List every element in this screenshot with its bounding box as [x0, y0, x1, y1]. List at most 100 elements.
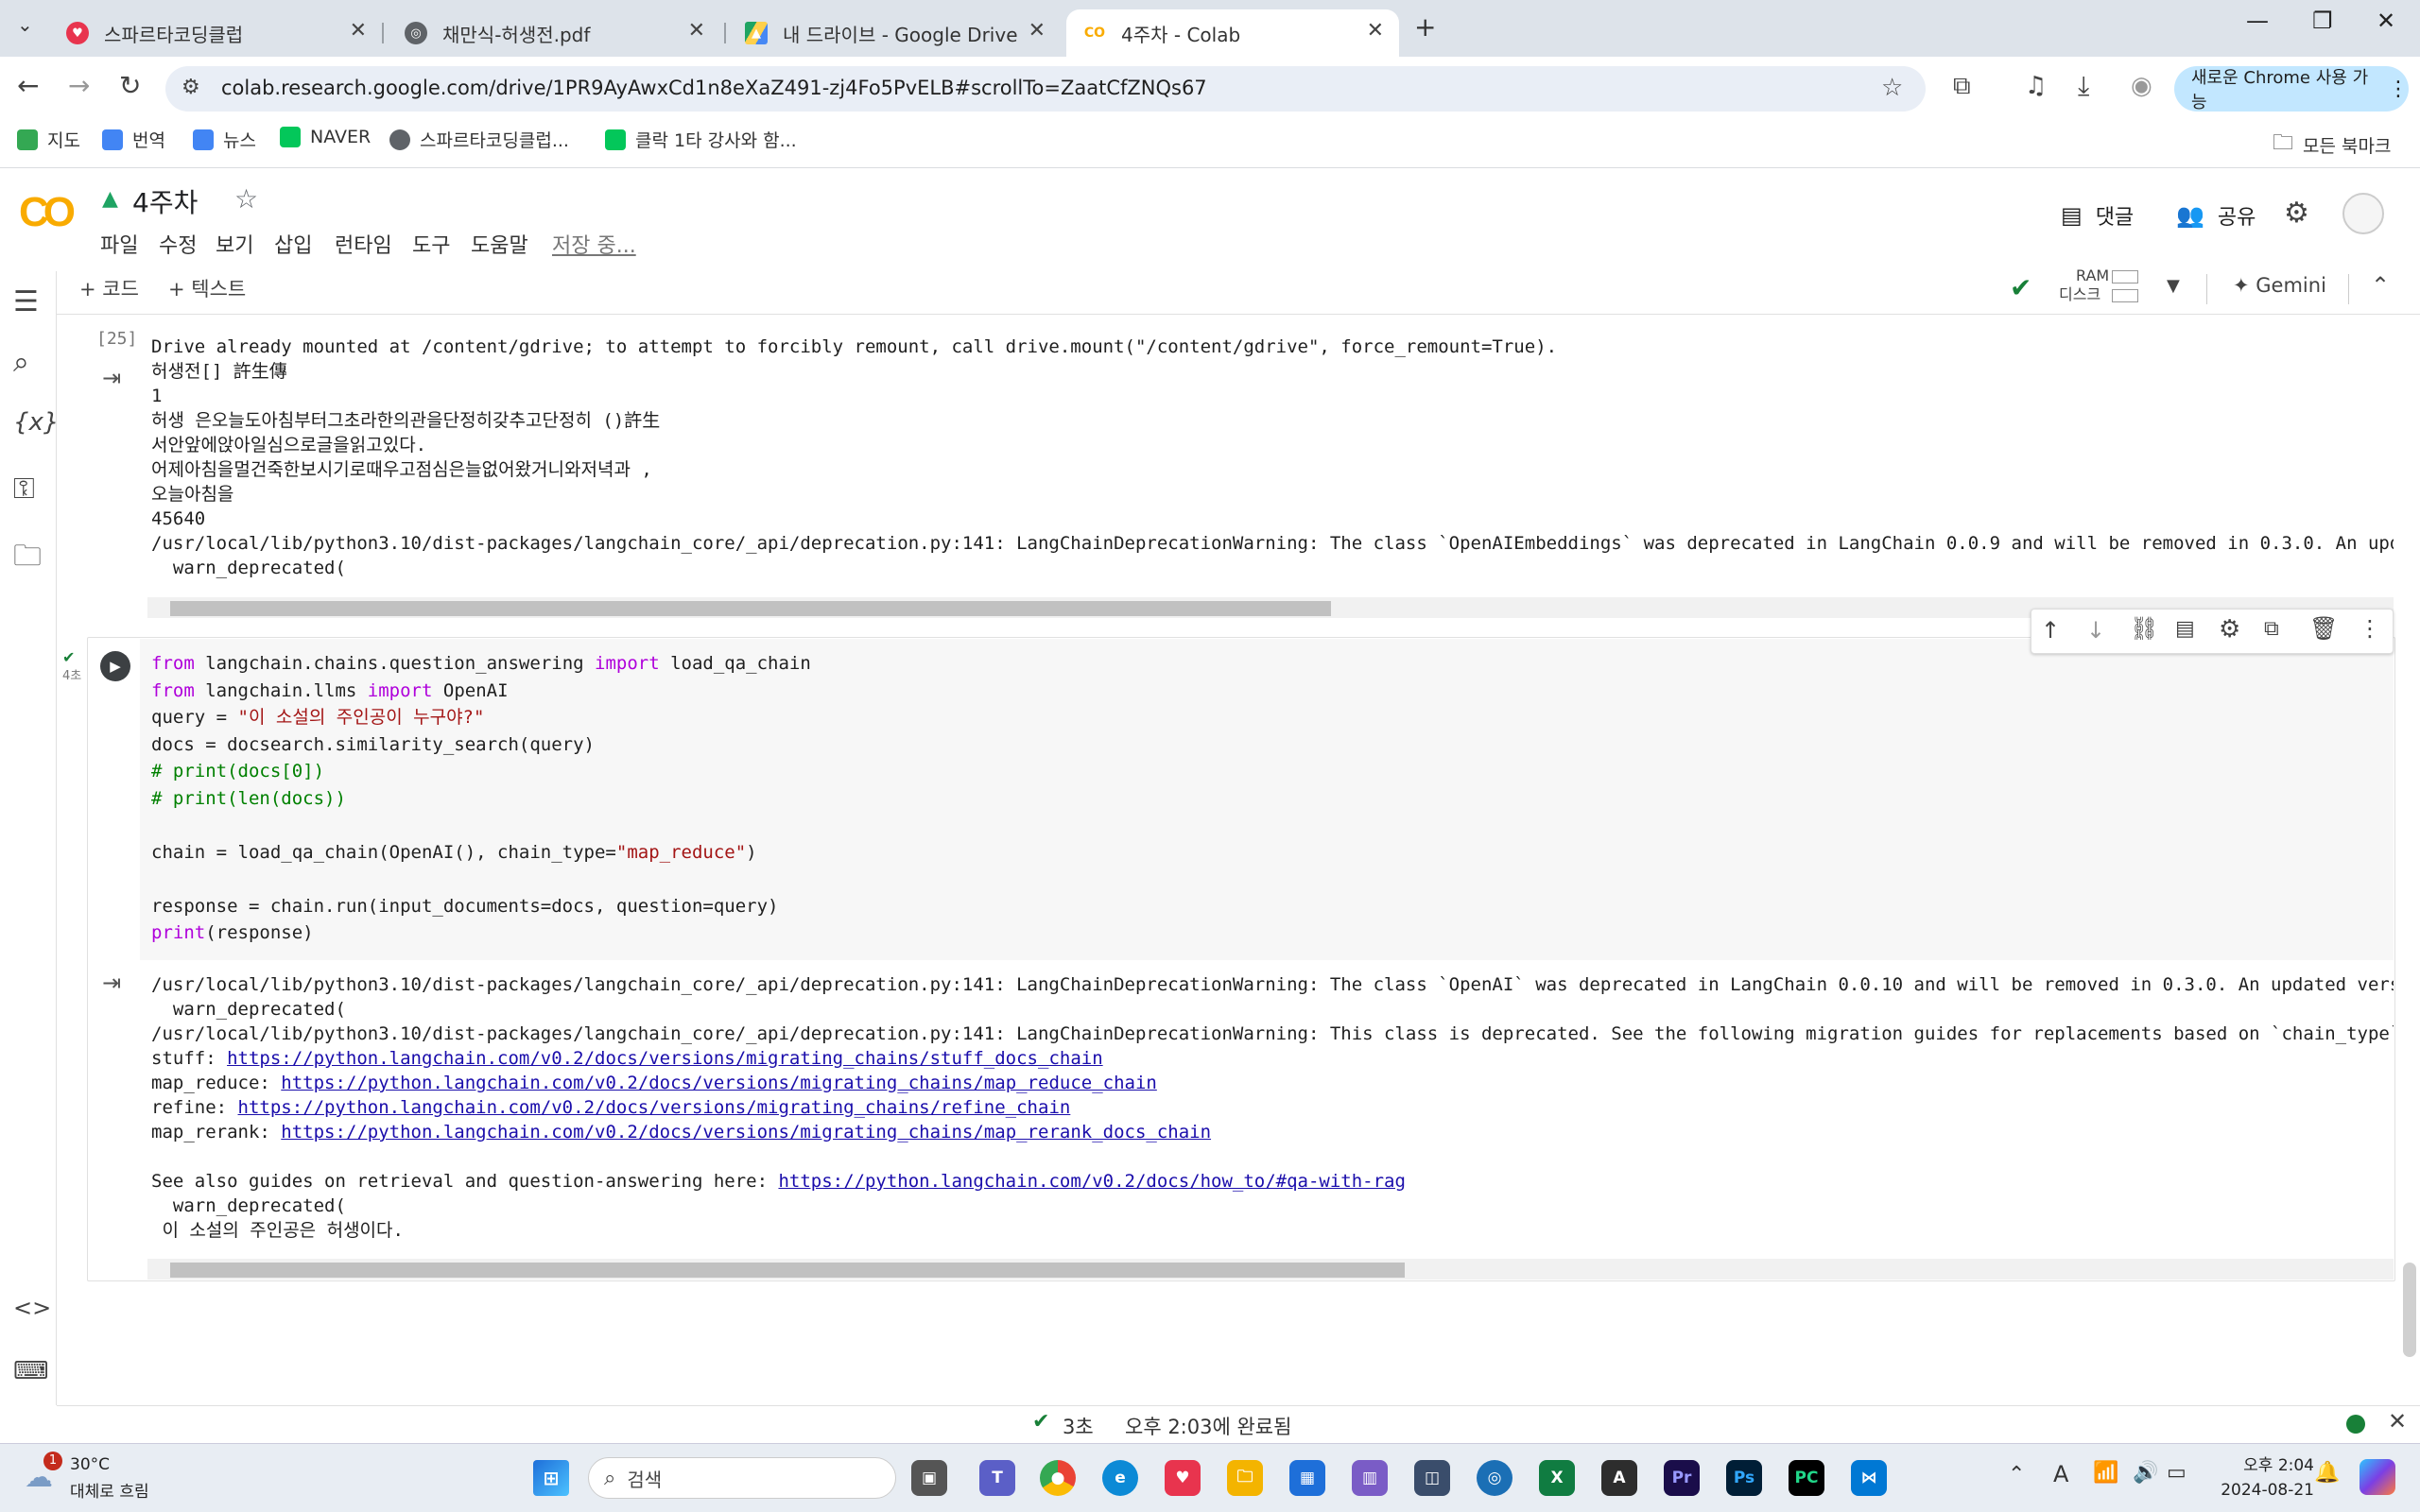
- all-bookmarks[interactable]: 🗀 모든 북마크: [2273, 127, 2391, 163]
- site-info-icon[interactable]: ⚙: [182, 76, 200, 99]
- menu-edit[interactable]: 수정: [159, 229, 197, 259]
- bookmark-item[interactable]: 뉴스: [193, 127, 256, 152]
- output-link[interactable]: https://python.langchain.com/v0.2/docs/v…: [281, 1122, 1211, 1143]
- settings-icon[interactable]: ⚙: [2284, 197, 2309, 230]
- output-link[interactable]: https://python.langchain.com/v0.2/docs/h…: [778, 1171, 1405, 1192]
- notification-bell-icon[interactable]: 🔔: [2314, 1461, 2340, 1485]
- close-tab-icon[interactable]: ✕: [350, 19, 367, 43]
- more-options-icon[interactable]: ⋮: [2359, 615, 2381, 642]
- browser-tab[interactable]: ♥ 스파르타코딩클럽 ✕: [49, 9, 382, 57]
- chrome-icon[interactable]: ●: [1040, 1460, 1076, 1496]
- scrollbar-thumb[interactable]: [170, 1263, 1405, 1278]
- close-tab-icon[interactable]: ✕: [688, 19, 705, 43]
- variables-icon[interactable]: {x}: [13, 408, 59, 437]
- close-tab-icon[interactable]: ✕: [1367, 19, 1384, 43]
- share-button[interactable]: 👥 공유: [2176, 200, 2256, 231]
- clock[interactable]: 오후 2:04 2024-08-21: [2210, 1453, 2314, 1503]
- weather-widget[interactable]: ☁ 1 30°C 대체로 흐림: [25, 1452, 176, 1504]
- add-code-button[interactable]: + 코드: [79, 274, 139, 302]
- teams-icon[interactable]: T: [979, 1460, 1015, 1496]
- cell-2-code[interactable]: from langchain.chains.question_answering…: [151, 650, 811, 947]
- menu-file[interactable]: 파일: [100, 229, 138, 259]
- menu-runtime[interactable]: 런타임: [335, 229, 392, 259]
- windows-start-icon[interactable]: ⊞: [533, 1460, 569, 1496]
- cell-2-horizontal-scrollbar[interactable]: [147, 1259, 2394, 1280]
- resources-dropdown-icon[interactable]: ▼: [2167, 276, 2180, 296]
- ime-icon[interactable]: A: [2053, 1461, 2068, 1487]
- gemini-button[interactable]: ✦ Gemini: [2233, 274, 2326, 297]
- restore-icon[interactable]: ❐: [2312, 8, 2333, 34]
- output-link[interactable]: https://python.langchain.com/v0.2/docs/v…: [227, 1048, 1103, 1069]
- taskbar-search-box[interactable]: ⌕ 검색: [588, 1457, 896, 1499]
- forward-icon[interactable]: →: [68, 70, 90, 101]
- bookmark-item[interactable]: 번역: [102, 127, 165, 152]
- menu-help[interactable]: 도움말: [471, 229, 528, 259]
- tab-search-icon[interactable]: ⌄: [17, 13, 33, 36]
- run-cell-button[interactable]: ▶: [100, 651, 130, 681]
- excel-icon[interactable]: X: [1539, 1460, 1575, 1496]
- url-text[interactable]: colab.research.google.com/drive/1PR9AyAw…: [221, 77, 1207, 99]
- bookmark-star-icon[interactable]: ☆: [1881, 74, 1903, 102]
- acrobat-icon[interactable]: A: [1601, 1460, 1637, 1496]
- app-icon[interactable]: ♥: [1165, 1460, 1201, 1496]
- add-text-button[interactable]: + 텍스트: [168, 274, 246, 302]
- reload-icon[interactable]: ↻: [119, 70, 141, 101]
- output-toggle-icon[interactable]: ⇥: [102, 365, 121, 391]
- profile-icon[interactable]: ◉: [2131, 72, 2152, 100]
- star-icon[interactable]: ☆: [234, 183, 258, 215]
- toc-icon[interactable]: ☰: [13, 285, 39, 318]
- browser-tab[interactable]: ▲ 내 드라이브 - Google Drive ✕: [728, 9, 1061, 57]
- collapse-header-icon[interactable]: ⌃: [2371, 272, 2390, 299]
- pycharm-icon[interactable]: PC: [1789, 1460, 1824, 1496]
- download-icon[interactable]: ⤓: [2078, 70, 2089, 102]
- task-view-icon[interactable]: ▣: [911, 1460, 947, 1496]
- comment-icon[interactable]: ▤: [2175, 617, 2195, 641]
- file-explorer-icon[interactable]: 🗀: [1227, 1460, 1263, 1496]
- notepad-icon[interactable]: ▥: [1352, 1460, 1388, 1496]
- comments-button[interactable]: ▤ 댓글: [2061, 200, 2134, 231]
- output-link[interactable]: https://python.langchain.com/v0.2/docs/v…: [281, 1073, 1157, 1093]
- browser-tab-active[interactable]: CO 4주차 - Colab ✕: [1066, 9, 1399, 57]
- photoshop-icon[interactable]: Ps: [1726, 1460, 1762, 1496]
- code-snippets-icon[interactable]: <>: [13, 1295, 51, 1321]
- cell-settings-icon[interactable]: ⚙: [2219, 615, 2240, 644]
- vscode-icon[interactable]: ⋈: [1851, 1460, 1887, 1496]
- wifi-icon[interactable]: 📶: [2093, 1461, 2118, 1485]
- bookmark-item[interactable]: 지도: [17, 127, 80, 152]
- secrets-key-icon[interactable]: ⚿: [13, 472, 35, 506]
- copilot-icon[interactable]: [2360, 1459, 2395, 1495]
- store-icon[interactable]: ▦: [1289, 1460, 1325, 1496]
- open-in-tab-icon[interactable]: ⧉: [2264, 617, 2279, 641]
- app-icon[interactable]: ◎: [1477, 1460, 1512, 1496]
- move-up-icon[interactable]: ↑: [2041, 617, 2060, 644]
- files-folder-icon[interactable]: 🗀: [13, 535, 42, 583]
- colab-logo[interactable]: CO: [19, 189, 76, 236]
- app-icon[interactable]: ◫: [1414, 1460, 1450, 1496]
- output-link[interactable]: https://python.langchain.com/v0.2/docs/v…: [238, 1097, 1071, 1118]
- edge-icon[interactable]: e: [1102, 1460, 1138, 1496]
- extensions-icon[interactable]: ⧉: [1953, 72, 1971, 101]
- browser-tab[interactable]: ◎ 채만식-허생전.pdf ✕: [388, 9, 720, 57]
- delete-icon[interactable]: 🗑: [2309, 615, 2338, 642]
- notebook-title[interactable]: 4주차: [132, 182, 198, 220]
- resources-indicator[interactable]: RAM 디스크: [2059, 266, 2140, 308]
- page-scrollbar[interactable]: [2403, 1263, 2416, 1357]
- close-status-icon[interactable]: ✕: [2388, 1408, 2407, 1435]
- link-icon[interactable]: ⛓: [2130, 615, 2158, 642]
- menu-tools[interactable]: 도구: [412, 229, 450, 259]
- close-window-icon[interactable]: ✕: [2377, 8, 2395, 34]
- new-tab-button[interactable]: +: [1414, 11, 1436, 43]
- bookmark-item[interactable]: NAVER: [280, 127, 371, 147]
- bookmark-item[interactable]: 클락 1타 강사와 함...: [605, 127, 797, 152]
- menu-insert[interactable]: 삽입: [274, 229, 312, 259]
- avatar[interactable]: [2342, 193, 2384, 234]
- tray-overflow-icon[interactable]: ⌃: [2008, 1463, 2025, 1486]
- move-down-icon[interactable]: ↓: [2086, 617, 2105, 644]
- volume-icon[interactable]: 🔊: [2133, 1461, 2158, 1485]
- output-toggle-icon[interactable]: ⇥: [102, 970, 121, 996]
- search-icon[interactable]: ⌕: [13, 346, 29, 379]
- premiere-icon[interactable]: Pr: [1664, 1460, 1700, 1496]
- back-icon[interactable]: ←: [17, 70, 39, 101]
- menu-view[interactable]: 보기: [216, 229, 253, 259]
- terminal-icon[interactable]: ⌨: [13, 1357, 49, 1385]
